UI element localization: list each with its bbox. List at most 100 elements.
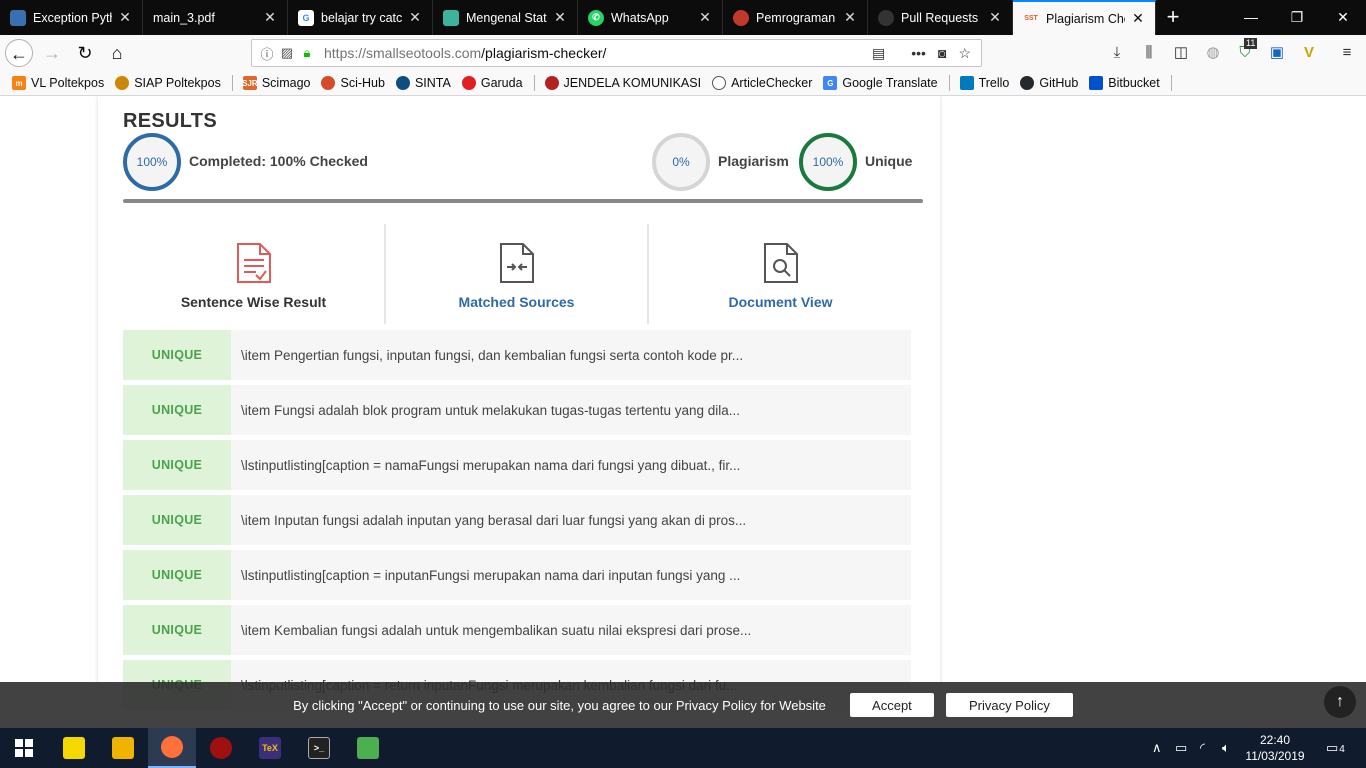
show-hidden-icons[interactable]: ∧: [1152, 740, 1162, 756]
menu-icon[interactable]: ≡: [1336, 43, 1358, 63]
window-close-button[interactable]: ✕: [1320, 0, 1366, 35]
sentence-result-row[interactable]: UNIQUE \lstinputlisting[caption = inputa…: [123, 550, 911, 600]
bookmark-bitbucket[interactable]: Bitbucket: [1089, 76, 1160, 90]
sentence-result-row[interactable]: UNIQUE \lstinputlisting[caption = namaFu…: [123, 440, 911, 490]
close-icon[interactable]: ✕: [1131, 10, 1145, 27]
browser-tab[interactable]: G belajar try catch ✕: [288, 0, 433, 35]
battery-icon[interactable]: ▭: [1175, 740, 1187, 756]
url-text[interactable]: https://smallseotools.com/plagiarism-che…: [324, 45, 872, 61]
bookmark-siap-poltekpos[interactable]: SIAP Poltekpos: [115, 76, 221, 90]
taskbar-app-file-explorer[interactable]: [99, 728, 147, 768]
tab-title: main_3.pdf: [153, 10, 215, 25]
taskbar-app-terminal[interactable]: >_: [295, 728, 343, 768]
close-icon[interactable]: ✕: [263, 9, 277, 26]
taskbar-app-editor[interactable]: [344, 728, 392, 768]
bookmark-scimago[interactable]: SJR Scimago: [242, 76, 310, 90]
home-button[interactable]: ⌂: [103, 39, 131, 67]
accept-button[interactable]: Accept: [849, 693, 934, 717]
close-icon[interactable]: ✕: [118, 9, 132, 26]
extension-icon[interactable]: ▣: [1266, 43, 1288, 63]
sidebar-icon[interactable]: ◫: [1170, 43, 1192, 63]
bookmark-sci-hub[interactable]: Sci-Hub: [321, 76, 385, 90]
reader-view-icon[interactable]: ▤: [872, 45, 885, 62]
pocket-icon[interactable]: ◙: [938, 45, 946, 62]
page-actions-icon[interactable]: •••: [911, 45, 926, 62]
bookmark-google-translate[interactable]: G Google Translate: [823, 76, 938, 90]
clock-time: 22:40: [1259, 733, 1291, 747]
scihub-icon: [321, 76, 336, 90]
info-icon[interactable]: ⓘ: [258, 44, 276, 63]
sjr-icon: SJR: [242, 76, 258, 90]
editor-icon: [357, 737, 379, 759]
bookmark-sinta[interactable]: SINTA: [395, 76, 451, 90]
new-tab-button[interactable]: +: [1160, 4, 1186, 30]
bookmark-star-icon[interactable]: ☆: [958, 45, 971, 62]
sentence-result-row[interactable]: UNIQUE \item Kembalian fungsi adalah unt…: [123, 605, 911, 655]
browser-tab[interactable]: ✆ WhatsApp ✕: [578, 0, 723, 35]
whatsapp-icon: ✆: [588, 9, 604, 26]
reload-button[interactable]: ↻: [71, 39, 99, 67]
tab-document-view[interactable]: Document View: [649, 224, 912, 324]
restore-button[interactable]: ❐: [1274, 0, 1320, 35]
volume-icon[interactable]: 🔈︎: [1222, 740, 1230, 756]
back-button[interactable]: ←: [5, 39, 33, 67]
close-icon[interactable]: ✕: [843, 9, 857, 26]
vimium-icon[interactable]: V: [1298, 43, 1320, 63]
results-card: RESULTS 100% Completed: 100% Checked 0% …: [98, 96, 940, 728]
extension-badge: 11: [1244, 38, 1258, 49]
bookmark-vl-poltekpos[interactable]: m VL Poltekpos: [12, 76, 104, 90]
bookmark-articlechecker[interactable]: ArticleChecker: [712, 76, 812, 90]
taskbar-app-sticky-notes[interactable]: [50, 728, 98, 768]
tab-sentence-wise-result[interactable]: Sentence Wise Result: [123, 224, 386, 324]
browser-tab[interactable]: Pemrograman P ✕: [723, 0, 868, 35]
unique-badge: UNIQUE: [123, 605, 231, 655]
bookmark-github[interactable]: GitHub: [1020, 76, 1078, 90]
file-explorer-icon: [112, 737, 134, 759]
browser-tab[interactable]: Exception Pytho ✕: [0, 0, 143, 35]
address-bar[interactable]: ⓘ ▨ 🔒︎ https://smallseotools.com/plagiar…: [251, 39, 982, 67]
tab-title: Pull Requests - p: [901, 10, 982, 25]
bookmark-jendela-komunikasi[interactable]: JENDELA KOMUNIKASI: [544, 76, 701, 90]
lock-icon[interactable]: 🔒︎: [298, 45, 316, 61]
sentence-result-row[interactable]: UNIQUE \item Pengertian fungsi, inputan …: [123, 330, 911, 380]
sentence-result-row[interactable]: UNIQUE \item Inputan fungsi adalah input…: [123, 495, 911, 545]
jendela-icon: [544, 76, 559, 90]
scroll-to-top-button[interactable]: ↑: [1324, 686, 1356, 718]
sentence-document-icon: [236, 243, 271, 283]
sentence-text: \item Fungsi adalah blok program untuk m…: [241, 402, 741, 418]
result-tabs: Sentence Wise Result Matched Sources Doc…: [123, 224, 913, 324]
forward-button[interactable]: →: [38, 39, 66, 67]
close-icon[interactable]: ✕: [988, 9, 1002, 26]
trello-icon: [959, 76, 974, 90]
shield-icon[interactable]: ⛉ 11: [1234, 38, 1258, 63]
sinta-icon: [395, 76, 410, 90]
privacy-policy-button[interactable]: Privacy Policy: [945, 693, 1073, 717]
tab-matched-sources[interactable]: Matched Sources: [386, 224, 649, 324]
close-icon[interactable]: ✕: [698, 9, 712, 26]
browser-tab[interactable]: main_3.pdf ✕: [143, 0, 288, 35]
permissions-icon[interactable]: ▨: [278, 45, 296, 61]
url-host: https://smallseotools.com: [324, 45, 482, 61]
browser-tab[interactable]: Mengenal State ✕: [433, 0, 578, 35]
sst-icon: SST: [1024, 15, 1038, 22]
wifi-icon[interactable]: ◜: [1200, 740, 1205, 756]
minimize-button[interactable]: —: [1228, 0, 1274, 35]
notification-center-icon[interactable]: ▭4: [1326, 740, 1345, 756]
taskbar-app-firefox[interactable]: [148, 728, 196, 768]
taskbar-app-texmaker[interactable]: TeX: [246, 728, 294, 768]
browser-tab[interactable]: Pull Requests - p ✕: [868, 0, 1013, 35]
system-clock[interactable]: 22:40 11/03/2019: [1240, 732, 1310, 764]
bookmark-trello[interactable]: Trello: [959, 76, 1009, 90]
globe-icon[interactable]: ◍: [1202, 43, 1224, 63]
close-icon[interactable]: ✕: [553, 9, 567, 26]
start-button[interactable]: [0, 728, 48, 768]
library-icon[interactable]: ⫼: [1138, 43, 1160, 63]
texmaker-icon: TeX: [259, 737, 281, 759]
bookmark-garuda[interactable]: Garuda: [461, 76, 523, 90]
bookmark-separator: [231, 75, 233, 91]
taskbar-app-spyder[interactable]: [197, 728, 245, 768]
sentence-result-row[interactable]: UNIQUE \item Fungsi adalah blok program …: [123, 385, 911, 435]
close-icon[interactable]: ✕: [408, 9, 422, 26]
browser-tab-active[interactable]: SST Plagiarism Chec ✕: [1013, 0, 1156, 35]
downloads-icon[interactable]: ⤓: [1106, 43, 1128, 63]
